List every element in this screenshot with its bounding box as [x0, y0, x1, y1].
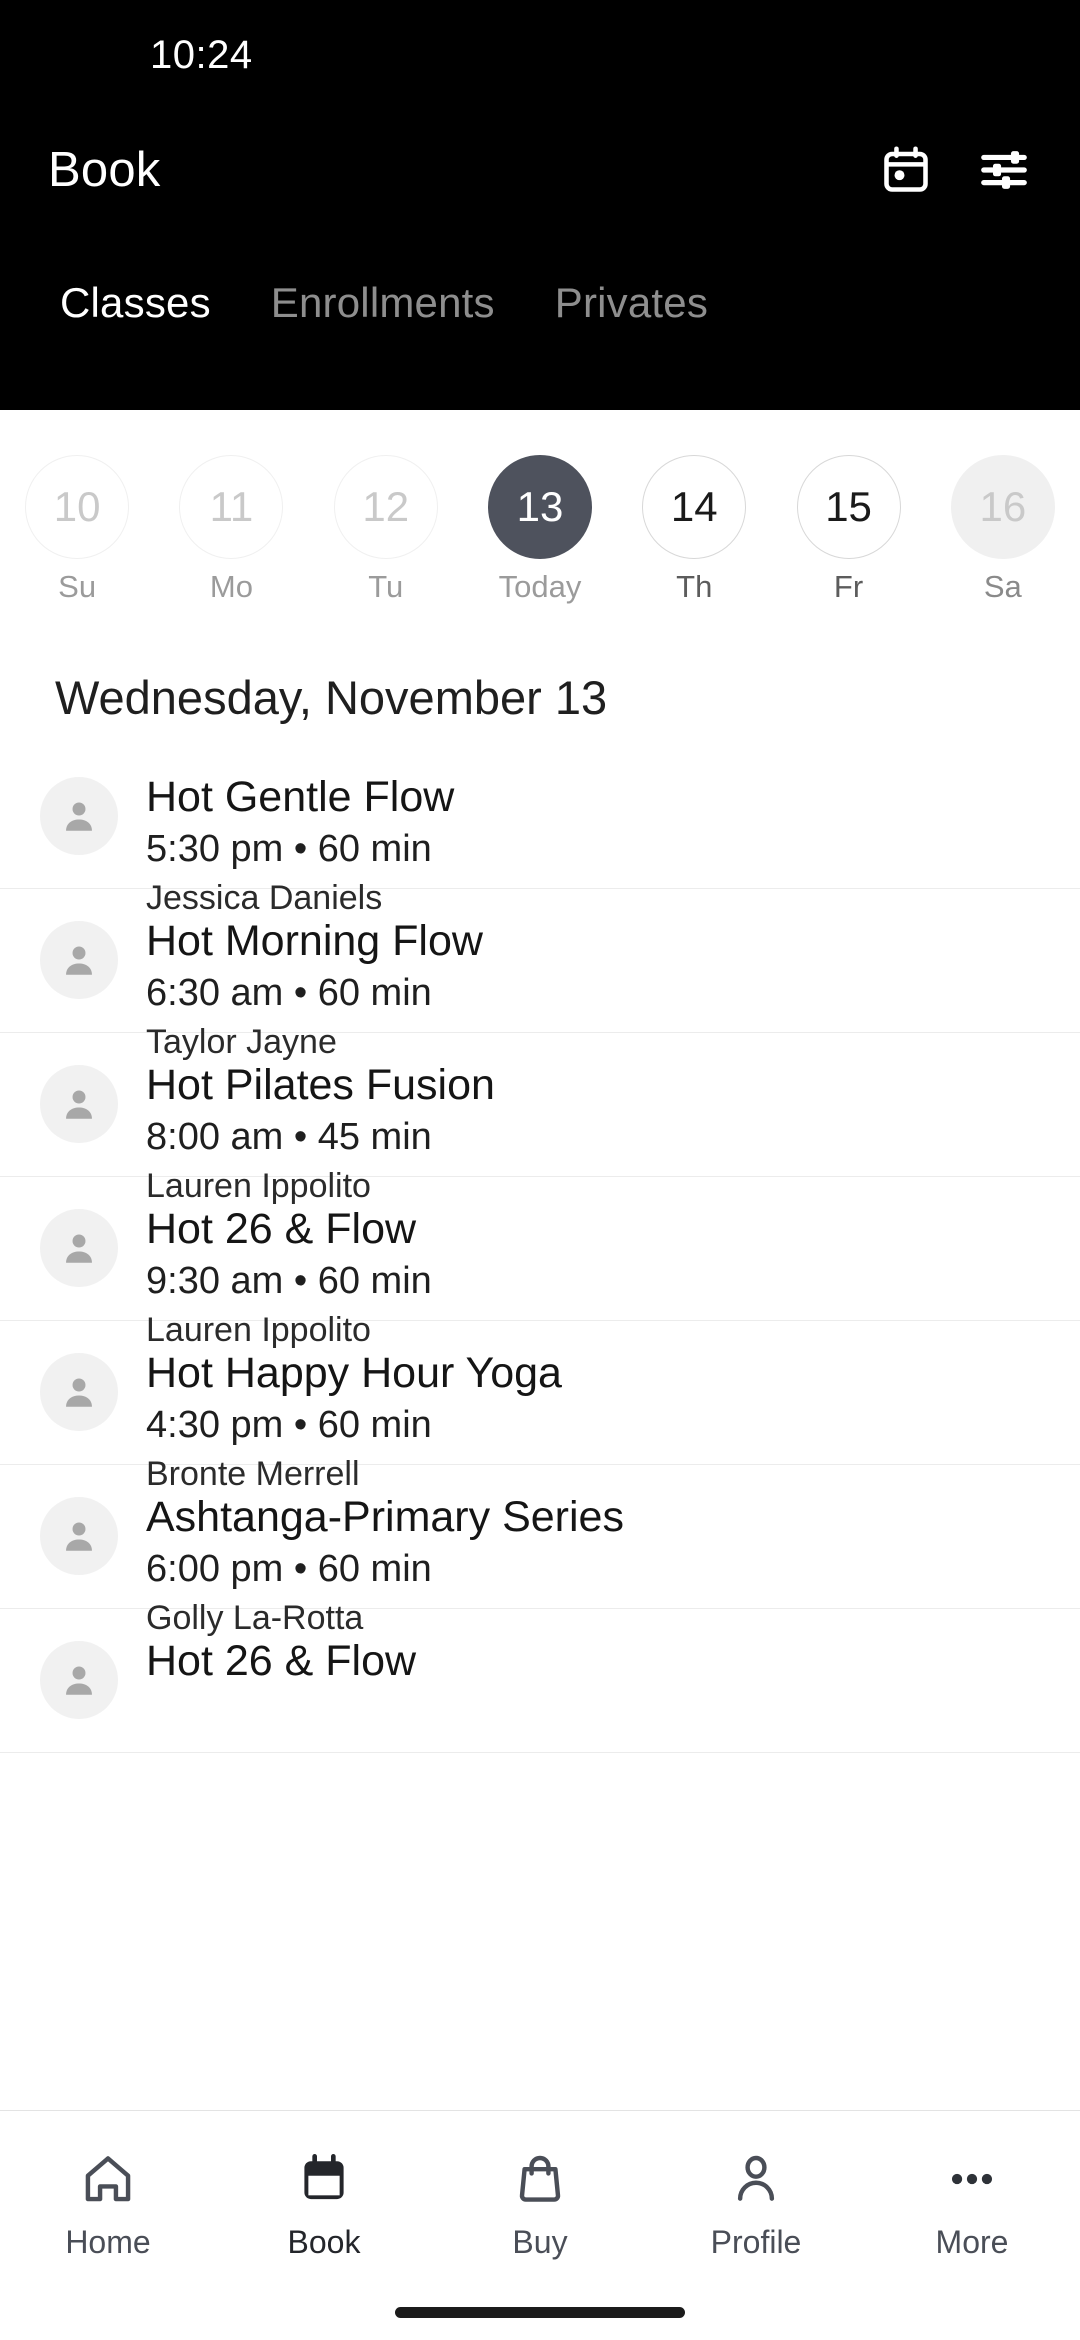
class-name: Hot Happy Hour Yoga — [146, 1349, 562, 1397]
date-chip-11[interactable]: 11 Mo — [154, 455, 308, 605]
person-icon — [728, 2148, 784, 2210]
nav-item-label: Profile — [710, 2223, 802, 2260]
tab-classes[interactable]: Classes — [30, 279, 241, 365]
class-name: Hot Morning Flow — [146, 917, 483, 965]
avatar — [40, 1641, 118, 1719]
class-staff: Taylor Jayne — [146, 1022, 337, 1061]
avatar — [40, 1497, 118, 1575]
class-meta: 8:00 am • 45 min — [146, 1116, 432, 1159]
class-list[interactable]: Hot Gentle Flow 5:30 pm • 60 min Jessica… — [0, 745, 1080, 2140]
class-staff: Lauren Ippolito — [146, 1310, 371, 1349]
calendar-icon — [296, 2148, 352, 2210]
date-chip-weekday: Su — [58, 569, 97, 604]
page-title: Book — [48, 143, 161, 197]
date-chip-number: 15 — [796, 455, 901, 559]
date-chip-13-today[interactable]: 13 Today — [463, 455, 617, 605]
status-bar-clock: 10:24 — [150, 32, 253, 77]
bottom-navigation: Home Book Buy Profile More — [0, 2110, 1080, 2340]
bottom-navigation-items: Home Book Buy Profile More — [0, 2111, 1080, 2279]
table-row-text: Hot Pilates Fusion 8:00 am • 45 min Laur… — [146, 1059, 495, 1206]
date-chip-number: 14 — [642, 455, 747, 559]
avatar — [40, 777, 118, 855]
app-header: 10:24 Book Classes Enrollments Privates — [0, 0, 1080, 410]
table-row-text: Ashtanga-Primary Series 6:00 pm • 60 min… — [146, 1491, 624, 1638]
avatar — [40, 921, 118, 999]
filter-icon[interactable] — [974, 140, 1034, 200]
app-root: 10:24 Book Classes Enrollments Privates … — [0, 0, 1080, 2340]
date-chip-15[interactable]: 15 Fr — [771, 455, 925, 605]
class-staff: Jessica Daniels — [146, 878, 383, 917]
class-name: Hot 26 & Flow — [146, 1205, 417, 1253]
tab-privates[interactable]: Privates — [525, 279, 738, 365]
class-staff: Golly La-Rotta — [146, 1598, 364, 1637]
date-chip-weekday: Sa — [983, 569, 1022, 604]
avatar — [40, 1209, 118, 1287]
ellipsis-icon — [944, 2148, 1000, 2210]
date-chip-12[interactable]: 12 Tu — [309, 455, 463, 605]
date-chip-16[interactable]: 16 Sa — [926, 455, 1080, 605]
table-row-text: Hot 26 & Flow 9:30 am • 60 min Lauren Ip… — [146, 1203, 432, 1350]
date-chip-number: 11 — [179, 455, 284, 559]
nav-item-buy[interactable]: Buy — [432, 2111, 648, 2279]
nav-item-book[interactable]: Book — [216, 2111, 432, 2279]
date-chip-number: 10 — [25, 455, 130, 559]
date-chip-weekday: Th — [676, 569, 713, 604]
avatar — [40, 1065, 118, 1143]
nav-item-profile[interactable]: Profile — [648, 2111, 864, 2279]
nav-item-label: Buy — [512, 2223, 568, 2260]
table-row[interactable]: Hot Gentle Flow 5:30 pm • 60 min Jessica… — [0, 745, 1080, 917]
class-meta: 5:30 pm • 60 min — [146, 828, 432, 871]
class-name: Ashtanga-Primary Series — [146, 1493, 624, 1541]
day-heading: Wednesday, November 13 — [55, 671, 608, 724]
table-row-text: Hot Morning Flow 6:30 am • 60 min Taylor… — [146, 915, 483, 1062]
table-row-text: Hot Gentle Flow 5:30 pm • 60 min Jessica… — [146, 771, 454, 918]
class-meta: 4:30 pm • 60 min — [146, 1404, 432, 1447]
date-chip-number: 16 — [950, 455, 1055, 559]
date-chip-14[interactable]: 14 Th — [617, 455, 771, 605]
avatar — [40, 1353, 118, 1431]
class-meta: 6:30 am • 60 min — [146, 972, 432, 1015]
tab-bar: Classes Enrollments Privates — [0, 230, 1080, 365]
date-chip-number: 13 — [487, 455, 592, 559]
title-bar: Book — [0, 110, 1080, 230]
class-meta: 9:30 am • 60 min — [146, 1260, 432, 1303]
nav-item-label: More — [935, 2223, 1009, 2260]
class-meta: 6:00 pm • 60 min — [146, 1548, 432, 1591]
date-chip-weekday: Mo — [209, 569, 253, 604]
nav-item-home[interactable]: Home — [0, 2111, 216, 2279]
table-row-text: Hot 26 & Flow — [146, 1635, 416, 1697]
bag-icon — [512, 2148, 568, 2210]
class-staff: Lauren Ippolito — [146, 1166, 371, 1205]
calendar-icon[interactable] — [876, 140, 936, 200]
date-chip-number: 12 — [333, 455, 438, 559]
home-icon — [80, 2148, 136, 2210]
title-bar-actions — [876, 140, 1034, 200]
status-bar: 10:24 — [0, 0, 1080, 110]
date-chip-weekday: Today — [498, 569, 582, 604]
date-chip-weekday: Fr — [833, 569, 864, 604]
date-chip-weekday: Tu — [368, 569, 404, 604]
nav-item-more[interactable]: More — [864, 2111, 1080, 2279]
class-staff: Bronte Merrell — [146, 1454, 360, 1493]
date-chip-10[interactable]: 10 Su — [0, 455, 154, 605]
home-indicator — [395, 2307, 685, 2318]
class-name: Hot 26 & Flow — [146, 1637, 417, 1685]
nav-item-label: Book — [287, 2223, 361, 2260]
class-name: Hot Pilates Fusion — [146, 1061, 495, 1109]
class-name: Hot Gentle Flow — [146, 773, 455, 821]
tab-enrollments[interactable]: Enrollments — [241, 279, 525, 365]
date-selector[interactable]: 10 Su 11 Mo 12 Tu 13 Today 14 Th 15 Fr 1… — [0, 410, 1080, 650]
nav-item-label: Home — [65, 2223, 151, 2260]
table-row-text: Hot Happy Hour Yoga 4:30 pm • 60 min Bro… — [146, 1347, 562, 1494]
